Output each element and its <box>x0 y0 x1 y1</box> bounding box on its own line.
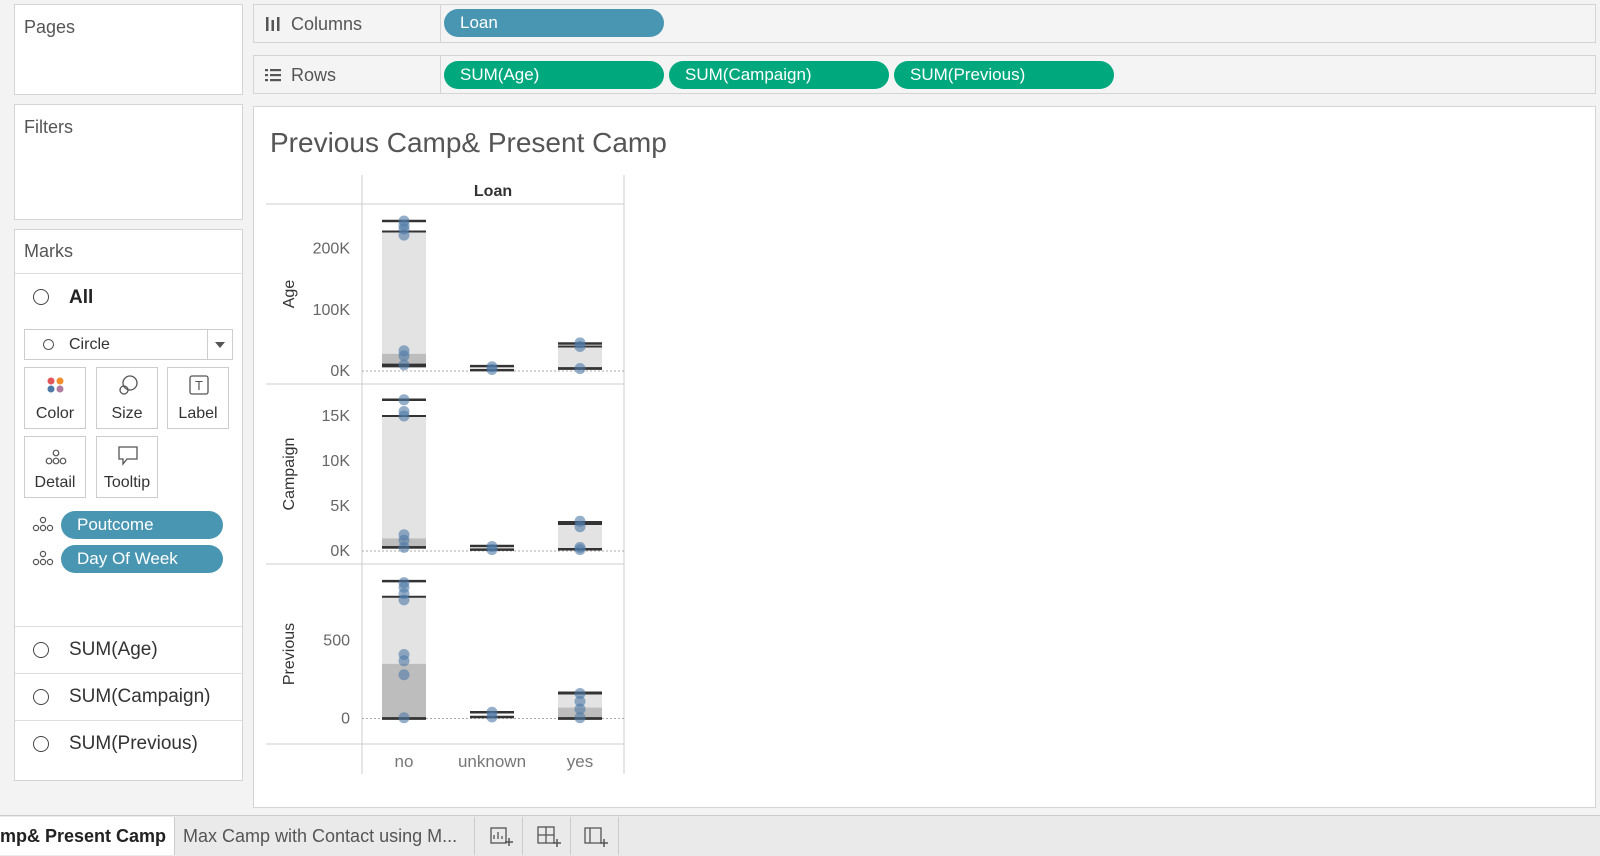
data-point <box>398 712 410 724</box>
detail-icon <box>45 449 67 465</box>
chevron-down-icon[interactable] <box>215 342 225 348</box>
pages-card[interactable]: Pages <box>14 4 243 95</box>
new-dashboard-icon[interactable] <box>523 817 571 855</box>
filters-card[interactable]: Filters <box>14 104 243 220</box>
data-point <box>398 229 410 241</box>
x-tick-label: no <box>395 752 414 771</box>
dropdown-divider <box>207 330 208 359</box>
data-point <box>398 410 410 422</box>
y-tick-label: 0K <box>330 363 350 380</box>
tooltip-icon <box>118 446 138 466</box>
marks-sum-previous-row[interactable]: SUM(Previous) <box>15 720 242 766</box>
column-header-loan: Loan <box>474 183 512 200</box>
poutcome-pill[interactable]: Poutcome <box>61 511 223 539</box>
rows-shelf[interactable]: Rows SUM(Age) SUM(Campaign) SUM(Previous… <box>253 55 1596 94</box>
data-point <box>574 341 586 353</box>
data-point <box>398 594 410 606</box>
y-tick-label: 500 <box>323 632 350 649</box>
marks-title: Marks <box>24 241 73 261</box>
mark-type-dropdown[interactable]: Circle <box>24 329 233 360</box>
data-point <box>398 541 410 553</box>
sheet-tab-active[interactable]: mp& Present Camp <box>0 817 175 855</box>
columns-shelf[interactable]: Columns Loan <box>253 4 1596 43</box>
radio-icon <box>33 689 49 705</box>
sum-age-row-pill[interactable]: SUM(Age) <box>444 61 664 89</box>
columns-shelf-label: Columns <box>254 5 441 42</box>
y-tick-label: 5K <box>330 498 350 515</box>
sum-previous-row-pill[interactable]: SUM(Previous) <box>894 61 1114 89</box>
sum-campaign-row-pill[interactable]: SUM(Campaign) <box>669 61 889 89</box>
marks-sum-campaign-row[interactable]: SUM(Campaign) <box>15 673 242 719</box>
data-point <box>398 655 410 667</box>
detail-icon <box>32 550 54 566</box>
data-point <box>486 544 498 556</box>
band-light <box>382 231 426 365</box>
pages-title: Pages <box>24 17 76 37</box>
y-axis-title: Age <box>281 280 298 309</box>
filters-title: Filters <box>24 117 73 137</box>
data-point <box>574 363 586 375</box>
marks-all-label: All <box>69 287 94 308</box>
data-point <box>486 711 498 723</box>
sheet-tab[interactable]: Max Camp with Contact using M... <box>175 817 475 855</box>
sum-campaign-tab-label: SUM(Campaign) <box>69 686 211 707</box>
circle-mark-icon <box>43 339 54 350</box>
detail-button[interactable]: Detail <box>24 436 86 498</box>
label-label: Label <box>178 405 218 422</box>
rows-shelf-label: Rows <box>254 56 441 93</box>
marks-card: Marks All Circle Color Size T Label Deta… <box>14 229 243 781</box>
size-label: Size <box>111 405 143 422</box>
data-point <box>398 394 410 406</box>
new-story-icon[interactable] <box>571 817 619 855</box>
radio-icon <box>33 736 49 752</box>
text-label-icon: T <box>189 375 209 395</box>
y-tick-label: 10K <box>322 453 351 470</box>
view-area: Previous Camp& Present Camp Loan 0K 100K 20… <box>253 106 1596 808</box>
rows-label: Rows <box>291 65 337 85</box>
marks-all-row[interactable]: All <box>15 273 242 321</box>
y-tick-label: 200K <box>313 241 351 258</box>
data-point <box>398 669 410 681</box>
svg-text:T: T <box>195 378 203 393</box>
data-point <box>574 544 586 556</box>
y-tick-label: 100K <box>313 302 351 319</box>
color-button[interactable]: Color <box>24 367 86 429</box>
view-title: Previous Camp& Present Camp <box>270 127 667 158</box>
y-axis-title: Previous <box>281 623 298 685</box>
columns-label: Columns <box>291 14 363 34</box>
tooltip-label: Tooltip <box>103 474 151 491</box>
mark-type-label: Circle <box>69 336 110 353</box>
size-icon <box>119 375 138 395</box>
size-button[interactable]: Size <box>96 367 158 429</box>
marks-sum-age-row[interactable]: SUM(Age) <box>15 626 242 672</box>
day-of-week-pill[interactable]: Day Of Week <box>61 545 223 573</box>
x-tick-label: yes <box>567 752 593 771</box>
data-point <box>574 712 586 724</box>
radio-icon <box>33 642 49 658</box>
columns-icon <box>266 17 280 31</box>
detail-label: Detail <box>34 474 76 491</box>
y-axis-title: Campaign <box>281 438 298 511</box>
sum-age-tab-label: SUM(Age) <box>69 639 158 660</box>
y-tick-label: 15K <box>322 408 351 425</box>
label-button[interactable]: T Label <box>167 367 229 429</box>
data-point <box>398 359 410 371</box>
color-label: Color <box>35 405 75 422</box>
data-point <box>574 521 586 533</box>
y-tick-label: 0 <box>341 711 350 728</box>
band-light <box>382 416 426 548</box>
detail-icon <box>32 516 54 532</box>
rows-icon <box>265 69 281 82</box>
radio-icon <box>33 289 49 305</box>
new-worksheet-icon[interactable] <box>475 817 523 855</box>
data-point <box>486 363 498 375</box>
sum-previous-tab-label: SUM(Previous) <box>69 733 198 754</box>
loan-column-pill[interactable]: Loan <box>444 9 664 37</box>
chart-svg: Loan 0K 100K 200K Age 0K 5K 10K 15K Campaign 0 500 P… <box>266 175 625 774</box>
y-tick-label: 0K <box>330 543 350 560</box>
tooltip-button[interactable]: Tooltip <box>96 436 158 498</box>
color-icon <box>47 377 64 393</box>
x-tick-label: unknown <box>458 752 526 771</box>
